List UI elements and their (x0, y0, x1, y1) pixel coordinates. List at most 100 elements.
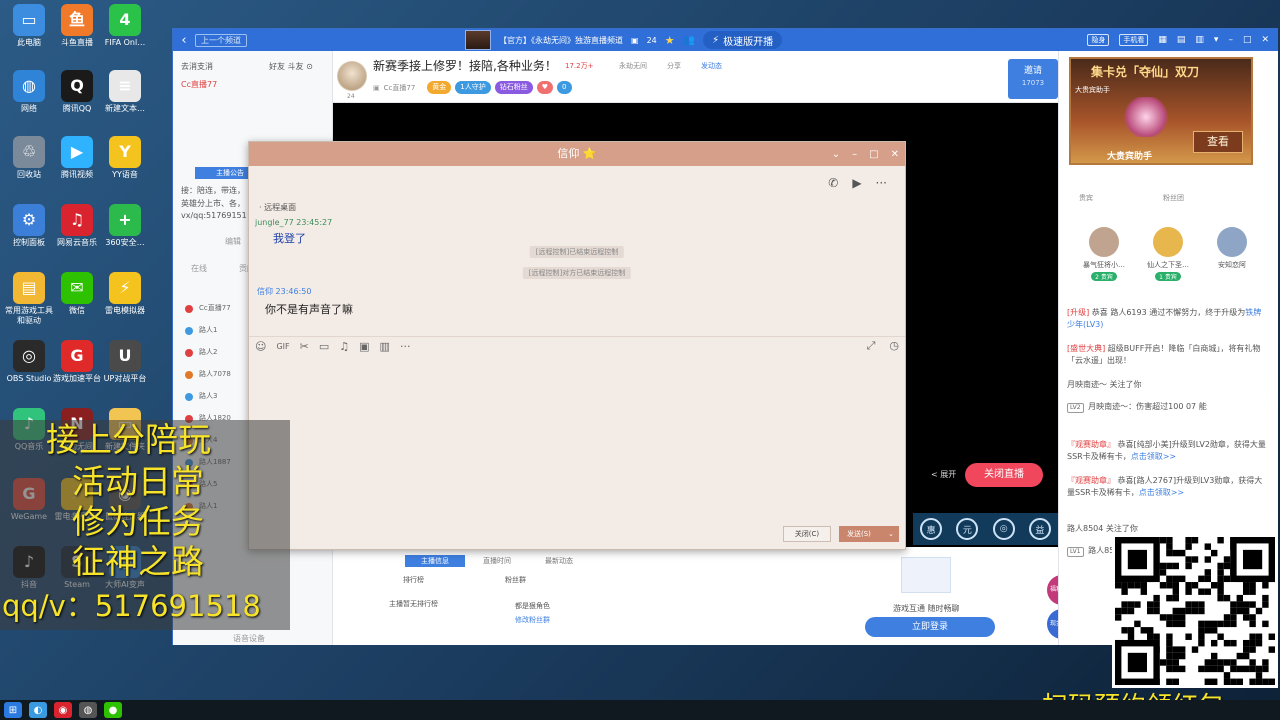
tab-live-time[interactable]: 直播时间 (467, 555, 527, 567)
taskbar-button[interactable]: ⊞ (4, 702, 22, 718)
game-category[interactable]: 永劫无间 (619, 61, 647, 71)
share-link[interactable]: 分享 (667, 61, 681, 71)
login-button[interactable]: 立即登录 (865, 617, 995, 637)
desktop-icon[interactable]: +360安全… (100, 204, 150, 248)
video-tool-icon[interactable]: 惠 (920, 518, 943, 540)
viewer-list-item[interactable]: 路人3 (185, 391, 217, 401)
fast-stream-button[interactable]: ⚡ 极速版开播 (703, 31, 783, 49)
prev-channel-button[interactable]: 上一个频道 (195, 33, 247, 47)
sidebar-tab-left[interactable]: 去消支消 (181, 61, 213, 72)
back-arrow-icon[interactable]: ‹ (173, 33, 195, 48)
ad-view-button[interactable]: 查看 (1193, 131, 1243, 153)
mobile-view-button[interactable]: 手机看 (1119, 34, 1149, 46)
tab-fan-club[interactable]: 粉丝团 (1163, 193, 1184, 203)
rank-user[interactable]: 暴气狂将小… 2 贵宾 (1077, 227, 1131, 281)
room-name[interactable]: Cc直播77 (384, 83, 416, 93)
taskbar-button[interactable]: ● (104, 702, 122, 718)
rank-user[interactable]: 安知恋阿 (1205, 227, 1259, 270)
tab-online[interactable]: 在线 (191, 263, 207, 274)
desktop-icon[interactable]: ♫ 网易云音乐 (52, 204, 102, 248)
emoji-icon[interactable]: ☺ (255, 340, 266, 353)
tab-news[interactable]: 最新动态 (529, 555, 589, 567)
voice-device[interactable]: 语音设备 (233, 633, 265, 644)
rank-user[interactable]: 仙人之下圣… 1 贵宾 (1141, 227, 1195, 281)
tab-vip[interactable]: 贵宾 (1079, 193, 1093, 203)
desktop-icon[interactable]: ▤ 常用游戏工具和驱动 (4, 272, 54, 326)
desktop-icon[interactable]: ▶ 腾讯视频 (52, 136, 102, 180)
desktop-icon[interactable]: Y YY语音 (100, 136, 150, 180)
desktop-icon[interactable]: ⚡ 雷电模拟器 (100, 272, 150, 316)
grid-icon[interactable]: ▦ (1158, 35, 1167, 45)
star-icon[interactable]: ★ (665, 34, 675, 47)
video-tool-icon[interactable]: ◎ (992, 518, 1015, 540)
video-tool-icon[interactable]: 元 (956, 518, 979, 540)
send-button[interactable]: 发送(S) ⌄ (839, 526, 899, 542)
invite-button[interactable]: 邀请 17073 (1008, 59, 1058, 99)
folder-icon[interactable]: ▭ (319, 340, 329, 353)
stealth-toggle[interactable]: 隐身 (1087, 34, 1110, 46)
notice-edit[interactable]: 编辑 (225, 236, 241, 247)
desktop-icon[interactable]: ⚙ 控制面板 (4, 204, 54, 248)
viewer-list-item[interactable]: Cc直播77 (185, 303, 231, 313)
qr-module (1185, 601, 1192, 608)
maximize-icon[interactable]: □ (869, 149, 878, 160)
taskbar-button[interactable]: ◉ (54, 702, 72, 718)
maximize-icon[interactable]: □ (1243, 35, 1252, 45)
streamer-avatar[interactable] (337, 61, 367, 91)
taskbar-button[interactable]: ◍ (79, 702, 97, 718)
desktop-icon[interactable]: ◎ OBS Studio (4, 340, 54, 384)
layout-icon[interactable]: ▤ (1177, 35, 1186, 45)
minimize-icon[interactable]: – (852, 149, 857, 160)
more-icon[interactable]: ··· (400, 340, 411, 353)
gold-badge[interactable]: 黄金 (427, 81, 452, 94)
close-icon[interactable]: ✕ (1261, 35, 1269, 45)
gif-icon[interactable]: GIF (276, 342, 289, 351)
desktop-icon[interactable]: ≡ 新建文本… (100, 70, 150, 114)
desktop-icon[interactable]: 鱼斗鱼直播 (52, 4, 102, 48)
tab-streamer-info[interactable]: 主播信息 (405, 555, 465, 567)
guard-badge[interactable]: 1人守护 (455, 81, 491, 94)
clock-icon[interactable]: ◷ (889, 339, 899, 353)
close-icon[interactable]: ✕ (891, 149, 899, 160)
zero-badge[interactable]: 0 (557, 81, 572, 94)
sidebar-tab-friends[interactable]: 好友 斗友 ⊙ (269, 61, 313, 72)
change-fan-group[interactable]: 修改粉丝群 (515, 615, 550, 625)
sidebar-user-tag[interactable]: Cc直播77 (181, 79, 217, 90)
expand-icon[interactable]: ⤢ (867, 339, 876, 353)
image-icon[interactable]: ▣ (359, 340, 369, 353)
message-input[interactable] (257, 360, 897, 520)
desktop-icon[interactable]: G 游戏加速平台 (52, 340, 102, 384)
minimize-icon[interactable]: – (1228, 35, 1233, 45)
viewer-list-item[interactable]: 路人2 (185, 347, 217, 357)
desktop-icon[interactable]: ♲ 回收站 (4, 136, 54, 180)
group-icon[interactable]: 👥 (683, 35, 695, 46)
expand-button[interactable]: < 展开 (931, 469, 956, 480)
menu-chevron-icon[interactable]: ▾ (1214, 35, 1219, 45)
ad-banner[interactable]: 集卡兑「夺仙」双刀 大贵宾助手 查看 大贵宾助手 (1069, 57, 1253, 165)
scissors-icon[interactable]: ✂ (300, 340, 309, 353)
desktop-icon[interactable]: Q 腾讯QQ (52, 70, 102, 114)
chat-link[interactable]: 点击领取>> (1139, 488, 1184, 497)
screen-share-icon[interactable]: ▥ (380, 340, 390, 353)
video-tool-icon[interactable]: 益 (1028, 518, 1051, 540)
desktop-icon[interactable]: 4 FIFA Onl… (100, 4, 150, 48)
music-icon[interactable]: ♫ (339, 340, 349, 353)
post-link[interactable]: 发动态 (701, 61, 722, 71)
send-options-chevron-icon[interactable]: ⌄ (888, 526, 894, 542)
viewer-list-item[interactable]: 路人1 (185, 325, 217, 335)
chevron-down-icon[interactable]: ⌄ (832, 149, 840, 160)
qr-module (1115, 607, 1122, 615)
chat-link[interactable]: 点击领取>> (1131, 452, 1176, 461)
desktop-icon[interactable]: U UP对战平台 (100, 340, 150, 384)
desktop-icon[interactable]: ✉ 微信 (52, 272, 102, 316)
shirt-icon[interactable]: ▥ (1195, 35, 1204, 45)
heart-badge[interactable]: ♥ (536, 81, 554, 94)
fans-badge[interactable]: 钻石粉丝 (494, 81, 533, 94)
desktop-icon[interactable]: ◍ 网络 (4, 70, 54, 114)
viewer-list-item[interactable]: 路人7078 (185, 369, 231, 379)
taskbar-button[interactable]: ◐ (29, 702, 47, 718)
close-live-button[interactable]: 关闭直播 (965, 463, 1043, 487)
desktop-icon[interactable]: ▭ 此电脑 (4, 4, 54, 48)
qq-close-button[interactable]: 关闭(C) (783, 526, 831, 542)
qr-module (1204, 543, 1211, 550)
